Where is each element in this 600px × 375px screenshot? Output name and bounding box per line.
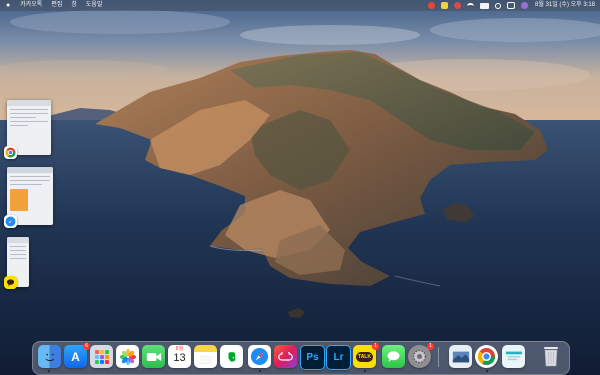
running-indicator bbox=[259, 370, 261, 372]
kakaotalk-label: TALK bbox=[356, 351, 373, 362]
stage-group-chrome[interactable] bbox=[4, 98, 52, 160]
system-preferences-badge: 1 bbox=[427, 343, 434, 350]
calendar-day: 13 bbox=[173, 352, 186, 364]
kakaotalk-badge: 1 bbox=[372, 343, 379, 350]
apple-menu-icon[interactable]: ● bbox=[6, 2, 10, 9]
vpn-status-icon[interactable] bbox=[454, 2, 462, 9]
dock-separator bbox=[438, 347, 439, 367]
preview-icon[interactable] bbox=[449, 345, 472, 368]
stage-group-safari[interactable] bbox=[4, 165, 54, 231]
evernote-icon[interactable] bbox=[220, 345, 243, 368]
running-indicator bbox=[486, 370, 488, 372]
kakaotalk-icon bbox=[4, 276, 17, 289]
app-store-icon[interactable]: A 6 bbox=[64, 343, 90, 368]
chrome-icon bbox=[4, 146, 17, 159]
creative-cloud-status-icon[interactable] bbox=[428, 2, 436, 9]
menu-app-name[interactable]: 카카오톡 bbox=[20, 0, 42, 11]
dock: A 6 8월 13 Ps Lr TALK 1 1 bbox=[32, 341, 570, 375]
app-store-badge: 6 bbox=[83, 343, 90, 350]
stage-group-kakaotalk[interactable] bbox=[4, 236, 36, 292]
control-center-icon[interactable] bbox=[507, 2, 516, 9]
siri-icon[interactable] bbox=[521, 2, 529, 9]
menu-bar: ● 카카오톡 편집 창 도움말 8월 31일 (수) 오후 3:18 bbox=[0, 0, 600, 11]
calendar-icon[interactable]: 8월 13 bbox=[168, 345, 191, 368]
menu-bar-left: ● 카카오톡 편집 창 도움말 bbox=[0, 0, 111, 11]
lightroom-icon[interactable]: Lr bbox=[326, 345, 351, 370]
trash-icon[interactable] bbox=[539, 345, 562, 368]
downloads-stack-icon[interactable] bbox=[502, 345, 525, 368]
lightroom-label: Lr bbox=[333, 352, 344, 363]
menu-bar-clock[interactable]: 8월 31일 (수) 오후 3:18 bbox=[535, 0, 595, 11]
launchpad-icon[interactable] bbox=[90, 345, 113, 368]
desktop-wallpaper bbox=[0, 0, 600, 375]
creative-cloud-icon[interactable] bbox=[274, 345, 297, 368]
notes-icon[interactable] bbox=[194, 345, 217, 368]
chrome-icon[interactable] bbox=[475, 345, 498, 368]
input-source-icon[interactable] bbox=[480, 2, 490, 9]
messages-icon[interactable] bbox=[382, 345, 405, 368]
finder-icon[interactable] bbox=[38, 345, 61, 368]
kakaotalk-icon[interactable]: TALK 1 bbox=[353, 343, 379, 368]
photoshop-icon[interactable]: Ps bbox=[300, 345, 325, 370]
menu-edit[interactable]: 편집 bbox=[51, 0, 62, 11]
facetime-icon[interactable] bbox=[142, 345, 165, 368]
menu-help[interactable]: 도움말 bbox=[86, 0, 103, 11]
menu-window[interactable]: 창 bbox=[71, 0, 77, 11]
safari-icon[interactable] bbox=[248, 345, 271, 368]
wifi-icon[interactable] bbox=[467, 2, 475, 9]
running-indicator bbox=[364, 370, 366, 372]
running-indicator bbox=[48, 370, 50, 372]
system-preferences-icon[interactable]: 1 bbox=[408, 343, 434, 368]
safari-icon bbox=[4, 215, 17, 228]
photos-icon[interactable] bbox=[116, 345, 139, 368]
kakaotalk-status-icon[interactable] bbox=[441, 2, 449, 9]
search-icon[interactable] bbox=[495, 2, 502, 9]
menu-bar-right: 8월 31일 (수) 오후 3:18 bbox=[422, 0, 600, 11]
photoshop-label: Ps bbox=[306, 352, 319, 363]
